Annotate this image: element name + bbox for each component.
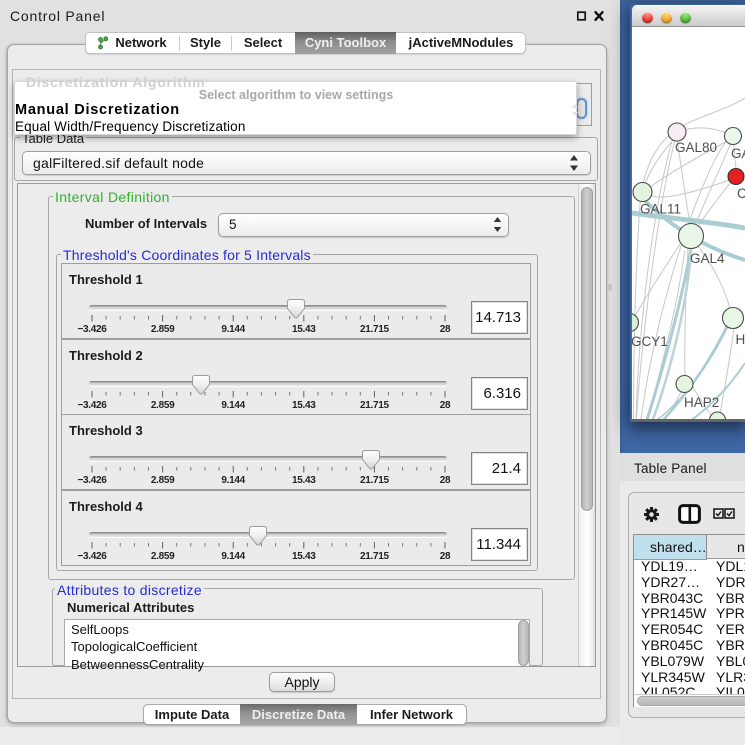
svg-text:GA: GA bbox=[731, 146, 745, 161]
svg-text:GAL11: GAL11 bbox=[640, 202, 681, 217]
svg-text:HA: HA bbox=[736, 332, 745, 347]
svg-text:GAL80: GAL80 bbox=[675, 140, 717, 155]
svg-text:CY: CY bbox=[737, 186, 745, 201]
svg-text:GCY1: GCY1 bbox=[632, 334, 668, 349]
svg-text:HAP2: HAP2 bbox=[684, 395, 719, 410]
svg-text:GAL4: GAL4 bbox=[690, 251, 725, 266]
